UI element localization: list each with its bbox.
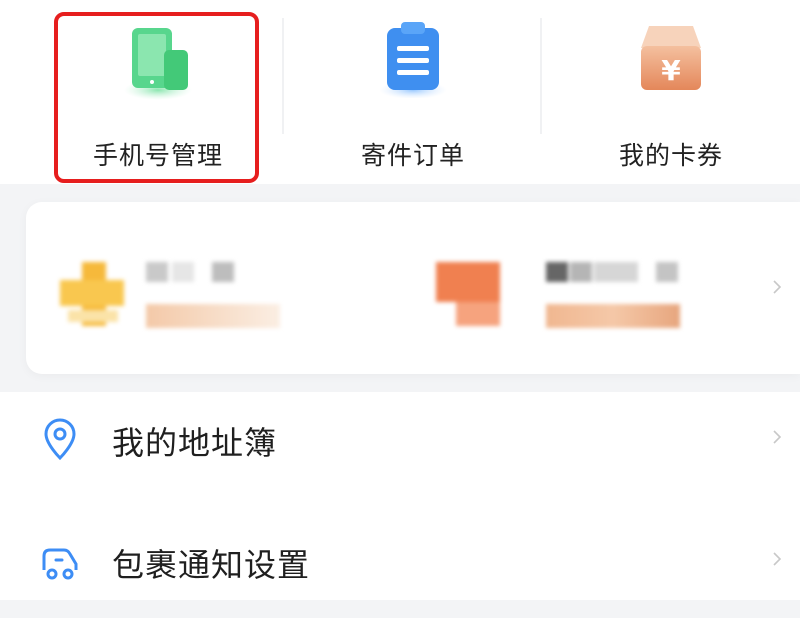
promo-text-line [546, 262, 680, 282]
promo-card[interactable] [26, 202, 800, 374]
coupon-icon: ¥ [641, 26, 701, 90]
quick-actions-panel: 手机号管理 寄件订单 ¥ 我的卡券 [0, 0, 800, 184]
menu-item-package-notifications[interactable]: 包裹通知设置 [0, 514, 800, 618]
chevron-right-icon [773, 280, 782, 294]
menu-item-label: 我的地址簿 [112, 424, 278, 462]
menu-item-label: 包裹通知设置 [112, 546, 311, 584]
shortcut-label: 我的卡券 [618, 141, 723, 170]
menu-list: 我的地址簿 包裹通知设置 [0, 392, 800, 600]
chevron-right-icon [773, 430, 782, 444]
highlight-box [54, 12, 259, 183]
menu-item-address-book[interactable]: 我的地址簿 [0, 392, 800, 496]
promo-text-line [146, 262, 256, 282]
promo-block-icon [436, 262, 500, 326]
shortcut-label: 寄件订单 [360, 141, 465, 170]
delivery-truck-icon [42, 548, 78, 580]
promo-text-line [146, 304, 280, 328]
svg-text:¥: ¥ [661, 54, 681, 87]
shortcut-my-coupons[interactable]: ¥ 我的卡券 [542, 0, 800, 184]
location-pin-icon [44, 418, 76, 461]
chevron-right-icon [773, 552, 782, 566]
shipping-order-icon [379, 22, 447, 98]
promo-plus-icon [60, 262, 124, 326]
shortcut-shipping-orders[interactable]: 寄件订单 [284, 0, 542, 184]
promo-text-line [546, 304, 680, 328]
